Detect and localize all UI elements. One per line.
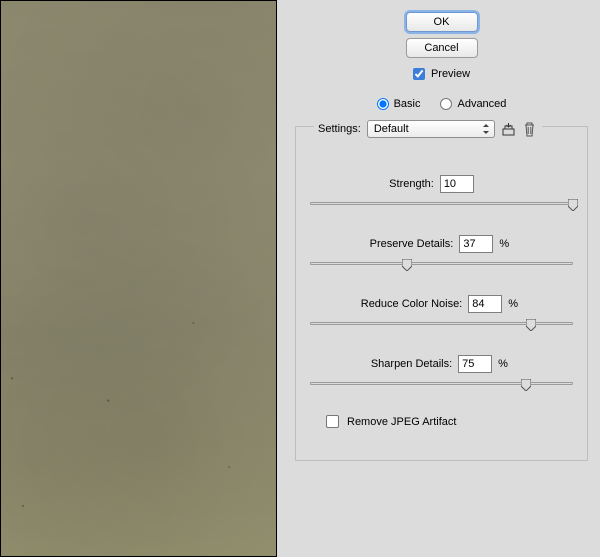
- radio-advanced[interactable]: [440, 98, 452, 110]
- mode-basic-label: Basic: [394, 98, 421, 110]
- settings-preset-select[interactable]: Default: [367, 120, 495, 138]
- preserve-thumb[interactable]: [402, 259, 412, 271]
- settings-label: Settings:: [318, 123, 361, 135]
- jpeg-label: Remove JPEG Artifact: [347, 416, 456, 428]
- preserve-block: Preserve Details: %: [306, 235, 577, 269]
- cancel-button[interactable]: Cancel: [406, 38, 478, 58]
- strength-block: Strength:: [306, 175, 577, 209]
- colornoise-slider[interactable]: [310, 317, 573, 329]
- settings-frame: Settings: Default Strength:: [295, 126, 588, 461]
- colornoise-thumb[interactable]: [526, 319, 536, 331]
- preserve-input[interactable]: [459, 235, 493, 253]
- mode-advanced-label: Advanced: [457, 98, 506, 110]
- strength-slider[interactable]: [310, 197, 573, 209]
- jpeg-checkbox[interactable]: [326, 415, 339, 428]
- mode-row: Basic Advanced: [295, 98, 588, 110]
- preview-texture: [1, 1, 276, 556]
- mode-basic[interactable]: Basic: [377, 98, 421, 110]
- colornoise-block: Reduce Color Noise: %: [306, 295, 577, 329]
- sharpen-block: Sharpen Details: %: [306, 355, 577, 389]
- ok-button[interactable]: OK: [406, 12, 478, 32]
- mode-advanced[interactable]: Advanced: [440, 98, 506, 110]
- sharpen-label: Sharpen Details:: [371, 358, 452, 370]
- colornoise-label: Reduce Color Noise:: [361, 298, 463, 310]
- controls-panel: OK Cancel Preview Basic Advanced Setting…: [277, 0, 600, 557]
- sharpen-slider[interactable]: [310, 377, 573, 389]
- colornoise-input[interactable]: [468, 295, 502, 313]
- sharpen-percent: %: [498, 358, 512, 370]
- colornoise-percent: %: [508, 298, 522, 310]
- preview-checkbox[interactable]: [413, 68, 425, 80]
- save-preset-icon[interactable]: [501, 121, 517, 137]
- settings-icons: [501, 121, 538, 137]
- jpeg-row: Remove JPEG Artifact: [306, 415, 577, 428]
- preserve-slider[interactable]: [310, 257, 573, 269]
- sharpen-thumb[interactable]: [521, 379, 531, 391]
- preserve-percent: %: [499, 238, 513, 250]
- settings-preset-value: Default: [374, 123, 409, 135]
- preserve-label: Preserve Details:: [370, 238, 454, 250]
- settings-row: Settings: Default: [314, 120, 542, 138]
- radio-basic[interactable]: [377, 98, 389, 110]
- image-preview: [0, 0, 277, 557]
- strength-input[interactable]: [440, 175, 474, 193]
- dialog-buttons: OK Cancel: [295, 12, 588, 58]
- preview-label: Preview: [431, 68, 470, 80]
- delete-preset-icon[interactable]: [522, 121, 538, 137]
- preview-row: Preview: [295, 68, 588, 80]
- strength-thumb[interactable]: [568, 199, 578, 211]
- sharpen-input[interactable]: [458, 355, 492, 373]
- strength-label: Strength:: [389, 178, 434, 190]
